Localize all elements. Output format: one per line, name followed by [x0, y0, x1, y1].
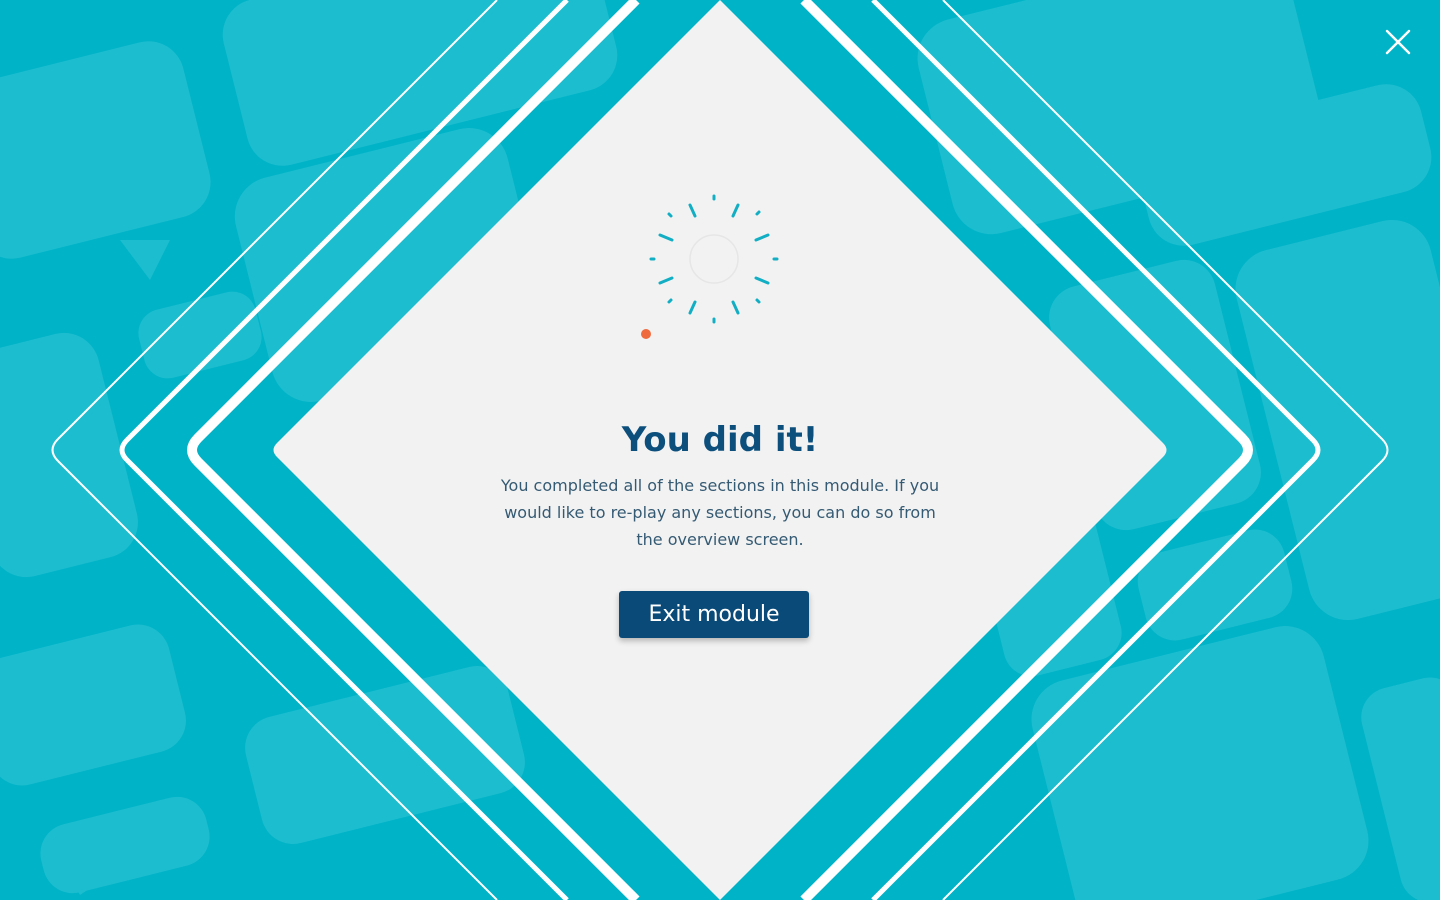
close-icon [1385, 29, 1411, 55]
completion-title: You did it! [621, 420, 819, 460]
completion-message: You completed all of the sections in thi… [500, 476, 940, 549]
orange-dot [641, 329, 651, 339]
close-button[interactable] [1378, 22, 1418, 62]
completion-panel: You did it! You completed all of the sec… [470, 180, 970, 660]
sparkle-burst-icon [640, 190, 790, 340]
exit-module-button[interactable]: Exit module [619, 591, 809, 638]
